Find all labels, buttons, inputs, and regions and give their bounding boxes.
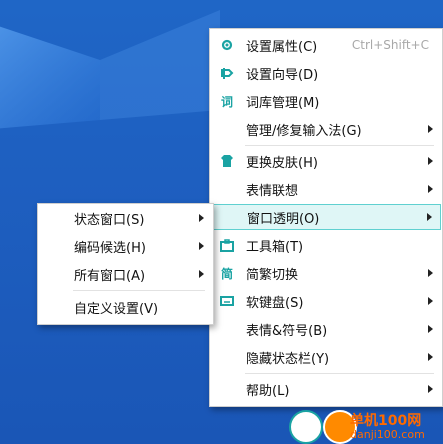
menu-item-setup-wizard[interactable]: 设置向导(D) [211,61,441,85]
menu-item-traditional-simplified[interactable]: 简 简繁切换 [211,261,441,285]
menu-item-help[interactable]: 帮助(L) [211,377,441,401]
menu-item-label: 表情联想 [246,183,299,199]
menu-item-soft-keyboard[interactable]: 软键盘(S) [211,289,441,313]
menu-item-label: 帮助(L) [246,383,290,399]
menu-separator [73,290,205,291]
menu-item-label: 词库管理(M) [246,95,320,111]
submenu-item-custom[interactable]: 自定义设置(V) [39,295,212,319]
menu-item-window-transparency[interactable]: 窗口透明(O) [211,204,441,230]
submenu-item-all-windows[interactable]: 所有窗口(A) [39,262,212,286]
transparency-submenu: 状态窗口(S) 编码候选(H) 所有窗口(A) 自定义设置(V) [37,203,214,325]
keyboard-icon [219,293,235,309]
watermark-text: 单机100网 [350,413,422,429]
menu-item-repair[interactable]: 管理/修复输入法(G) [211,117,441,141]
dictionary-icon: 词 [220,94,233,109]
menu-item-emoji-symbols[interactable]: 表情&符号(B) [211,317,441,341]
menu-item-label: 设置向导(D) [246,67,319,83]
submenu-arrow-icon [428,297,433,305]
menu-item-label: 编码候选(H) [74,240,146,256]
menu-item-label: 自定义设置(V) [74,301,159,317]
menu-item-label: 表情&符号(B) [246,323,328,339]
menu-separator [245,145,434,146]
menu-item-toolbox[interactable]: 工具箱(T) [211,233,441,257]
shirt-icon [219,153,235,169]
input-method-context-menu: 设置属性(C) Ctrl+Shift+C 设置向导(D) 词 词库管理(M) 管… [209,28,443,407]
submenu-arrow-icon [428,325,433,333]
traditional-icon: 简 [220,266,233,281]
menu-item-label: 隐藏状态栏(Y) [246,351,330,367]
gear-icon [219,37,235,53]
menu-item-dictionary[interactable]: 词 词库管理(M) [211,89,441,113]
menu-item-emoji-association[interactable]: 表情联想 [211,177,441,201]
menu-item-label: 设置属性(C) [246,39,318,55]
menu-item-label: 管理/修复输入法(G) [246,123,362,139]
submenu-arrow-icon [199,214,204,222]
menu-item-label: 软键盘(S) [246,295,304,311]
input-method-tray-icon[interactable] [289,410,323,444]
menu-item-label: 简繁切换 [246,267,299,283]
menu-item-label: 窗口透明(O) [247,211,320,227]
menu-item-label: 状态窗口(S) [74,212,145,228]
submenu-arrow-icon [428,269,433,277]
guide-icon [219,65,235,81]
submenu-arrow-icon [428,157,433,165]
menu-item-hide-statusbar[interactable]: 隐藏状态栏(Y) [211,345,441,369]
submenu-arrow-icon [427,213,432,221]
submenu-arrow-icon [428,385,433,393]
toolbox-icon [219,237,235,253]
submenu-arrow-icon [199,270,204,278]
submenu-arrow-icon [428,125,433,133]
submenu-item-candidate[interactable]: 编码候选(H) [39,234,212,258]
submenu-arrow-icon [199,242,204,250]
menu-item-settings[interactable]: 设置属性(C) Ctrl+Shift+C [211,33,441,57]
watermark-url: danji100.com [350,428,425,441]
menu-item-label: 更换皮肤(H) [246,155,318,171]
shortcut-text: Ctrl+Shift+C [351,38,429,52]
menu-separator [245,373,434,374]
submenu-item-status-window[interactable]: 状态窗口(S) [39,206,212,230]
menu-item-label: 工具箱(T) [246,239,304,255]
menu-item-skin[interactable]: 更换皮肤(H) [211,149,441,173]
submenu-arrow-icon [428,185,433,193]
menu-item-label: 所有窗口(A) [74,268,146,284]
submenu-arrow-icon [428,353,433,361]
windows-logo-glow [0,10,220,129]
